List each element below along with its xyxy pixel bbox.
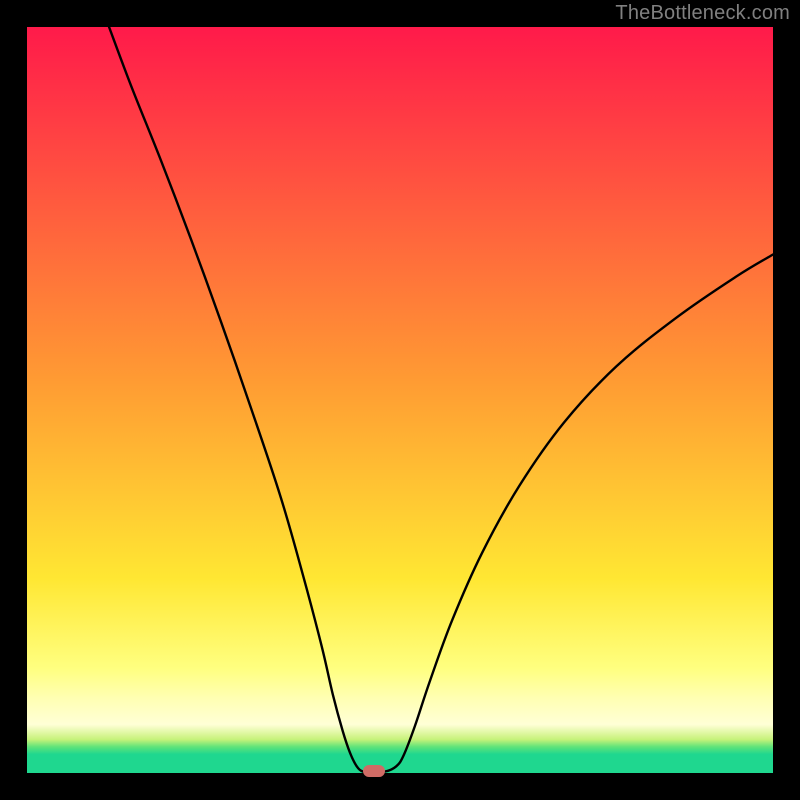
plot-area [27,27,773,773]
chart-frame: TheBottleneck.com [0,0,800,800]
chart-svg [27,27,773,773]
gradient-background [27,27,773,773]
optimal-marker [363,765,385,777]
watermark-text: TheBottleneck.com [615,2,790,25]
